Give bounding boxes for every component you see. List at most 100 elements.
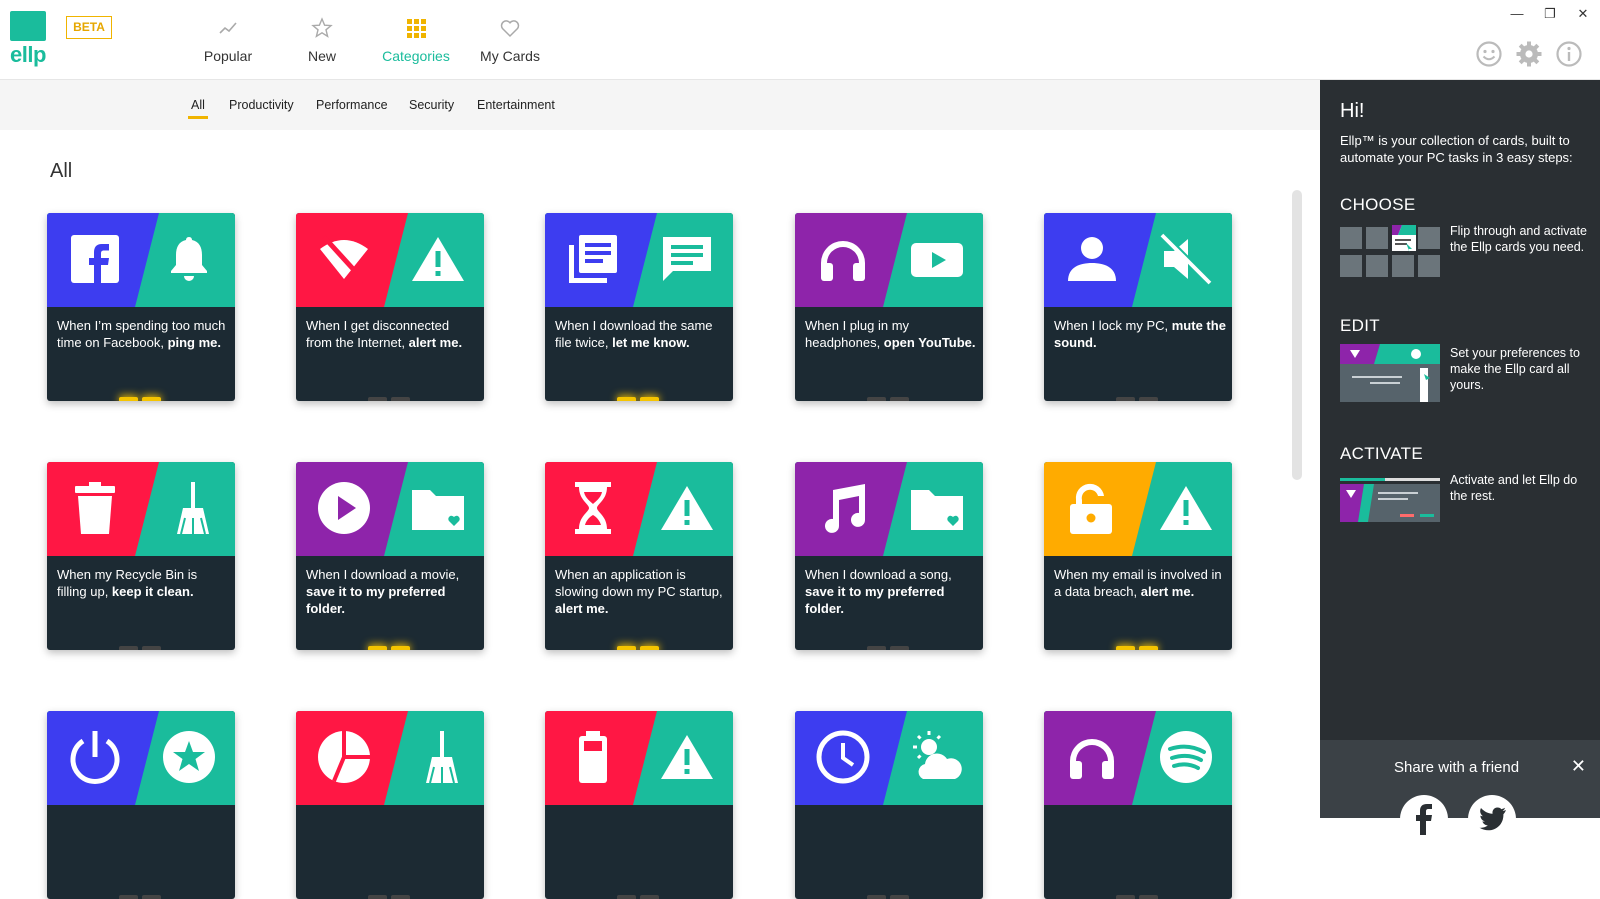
toggle-tab <box>867 397 886 401</box>
automation-card[interactable]: When my Recycle Bin is filling up, keep … <box>47 462 235 650</box>
card-toggle[interactable] <box>119 397 163 401</box>
automation-card[interactable] <box>47 711 235 899</box>
automation-card[interactable]: When I download a movie, save it to my p… <box>296 462 484 650</box>
card-action-text: alert me. <box>408 335 463 350</box>
toggle-tab <box>1139 397 1158 401</box>
card-text: When my email is involved in a data brea… <box>1054 567 1222 599</box>
close-window-button[interactable]: ✕ <box>1568 4 1598 24</box>
automation-card[interactable]: When my email is involved in a data brea… <box>1044 462 1232 650</box>
toggle-tab <box>391 895 410 899</box>
edit-illustration <box>1340 344 1440 402</box>
info-icon[interactable] <box>1555 40 1583 68</box>
gear-icon[interactable] <box>1515 40 1543 68</box>
card-action-text: alert me. <box>555 601 609 616</box>
toggle-tab <box>119 646 138 650</box>
toggle-tab <box>890 397 909 401</box>
card-description: When my email is involved in a data brea… <box>1054 566 1226 600</box>
facebook-icon <box>1416 804 1432 835</box>
card-toggle[interactable] <box>867 646 911 650</box>
info-panel: Hi! Ellp™ is your collection of cards, b… <box>1320 80 1600 818</box>
step-text-choose: Flip through and activate the Ellp cards… <box>1450 224 1587 254</box>
card-header <box>47 213 235 307</box>
card-toggle[interactable] <box>1116 397 1160 401</box>
step-title-activate: ACTIVATE <box>1340 444 1424 463</box>
star-badge-icon <box>163 731 215 783</box>
card-toggle[interactable] <box>368 895 412 899</box>
toggle-tab <box>867 646 886 650</box>
card-header <box>795 711 983 805</box>
card-description: When I get disconnected from the Interne… <box>306 317 478 351</box>
card-action-text: ping me. <box>167 335 222 350</box>
card-toggle[interactable] <box>1116 646 1160 650</box>
automation-card[interactable]: When I plug in my headphones, open YouTu… <box>795 213 983 401</box>
toggle-tab <box>368 895 387 899</box>
scrollbar-thumb[interactable] <box>1292 190 1302 480</box>
card-toggle[interactable] <box>617 397 661 401</box>
automation-card[interactable]: When an application is slowing down my P… <box>545 462 733 650</box>
card-text: When I lock my PC, <box>1054 318 1172 333</box>
toggle-tab <box>1116 895 1135 899</box>
spotify-icon <box>1160 731 1212 783</box>
toggle-tab <box>1139 646 1158 650</box>
toggle-tab <box>368 397 387 401</box>
toggle-tab <box>640 646 659 650</box>
card-toggle[interactable] <box>867 397 911 401</box>
automation-card[interactable]: When I’m spending too much time on Faceb… <box>47 213 235 401</box>
card-toggle[interactable] <box>368 397 412 401</box>
toggle-tab <box>890 646 909 650</box>
toggle-tab <box>142 895 161 899</box>
automation-card[interactable] <box>296 711 484 899</box>
card-header <box>1044 711 1232 805</box>
card-text: When I download a movie, <box>306 567 460 582</box>
card-header <box>296 213 484 307</box>
play-icon <box>318 482 370 534</box>
restore-button[interactable]: ❐ <box>1535 4 1565 24</box>
share-bar: Share with a friend ✕ <box>1320 740 1600 843</box>
minimize-button[interactable]: — <box>1502 4 1532 24</box>
card-header <box>47 711 235 805</box>
folder-heart-icon <box>911 490 963 530</box>
card-header <box>545 213 733 307</box>
automation-card[interactable]: When I download a song, save it to my pr… <box>795 462 983 650</box>
card-toggle[interactable] <box>119 895 163 899</box>
card-text: When I download a song, <box>805 567 952 582</box>
card-header <box>545 711 733 805</box>
card-toggle[interactable] <box>867 895 911 899</box>
toggle-tab <box>1116 646 1135 650</box>
share-facebook-button[interactable] <box>1400 795 1448 843</box>
card-description: When an application is slowing down my P… <box>555 566 727 617</box>
card-text: When an application is slowing down my P… <box>555 567 723 599</box>
card-action-text: keep it clean. <box>111 584 194 599</box>
automation-card[interactable] <box>1044 711 1232 899</box>
toggle-tab <box>867 895 886 899</box>
automation-card[interactable]: When I lock my PC, mute the sound. <box>1044 213 1232 401</box>
card-header <box>296 462 484 556</box>
card-description: When I’m spending too much time on Faceb… <box>57 317 229 351</box>
card-toggle[interactable] <box>617 895 661 899</box>
share-twitter-button[interactable] <box>1468 795 1516 843</box>
share-close-button[interactable]: ✕ <box>1571 756 1586 777</box>
step-text-activate: Activate and let Ellp do the rest. <box>1450 473 1578 503</box>
smiley-icon[interactable] <box>1475 40 1503 68</box>
card-toggle[interactable] <box>617 646 661 650</box>
card-toggle[interactable] <box>1116 895 1160 899</box>
cards-grid: When I’m spending too much time on Faceb… <box>0 0 1290 899</box>
toggle-tab <box>391 397 410 401</box>
automation-card[interactable]: When I get disconnected from the Interne… <box>296 213 484 401</box>
card-toggle[interactable] <box>368 646 412 650</box>
toggle-tab <box>617 397 636 401</box>
pie-chart-icon <box>318 731 370 783</box>
toggle-tab <box>368 646 387 650</box>
toggle-tab <box>1139 895 1158 899</box>
toggle-tab <box>119 397 138 401</box>
toggle-tab <box>640 397 659 401</box>
card-description: When I plug in my headphones, open YouTu… <box>805 317 977 351</box>
automation-card[interactable]: When I download the same file twice, let… <box>545 213 733 401</box>
automation-card[interactable] <box>795 711 983 899</box>
card-toggle[interactable] <box>119 646 163 650</box>
automation-card[interactable] <box>545 711 733 899</box>
choose-illustration <box>1340 225 1440 277</box>
card-description: When I download a movie, save it to my p… <box>306 566 478 617</box>
activate-illustration <box>1340 478 1440 522</box>
card-header <box>1044 213 1232 307</box>
